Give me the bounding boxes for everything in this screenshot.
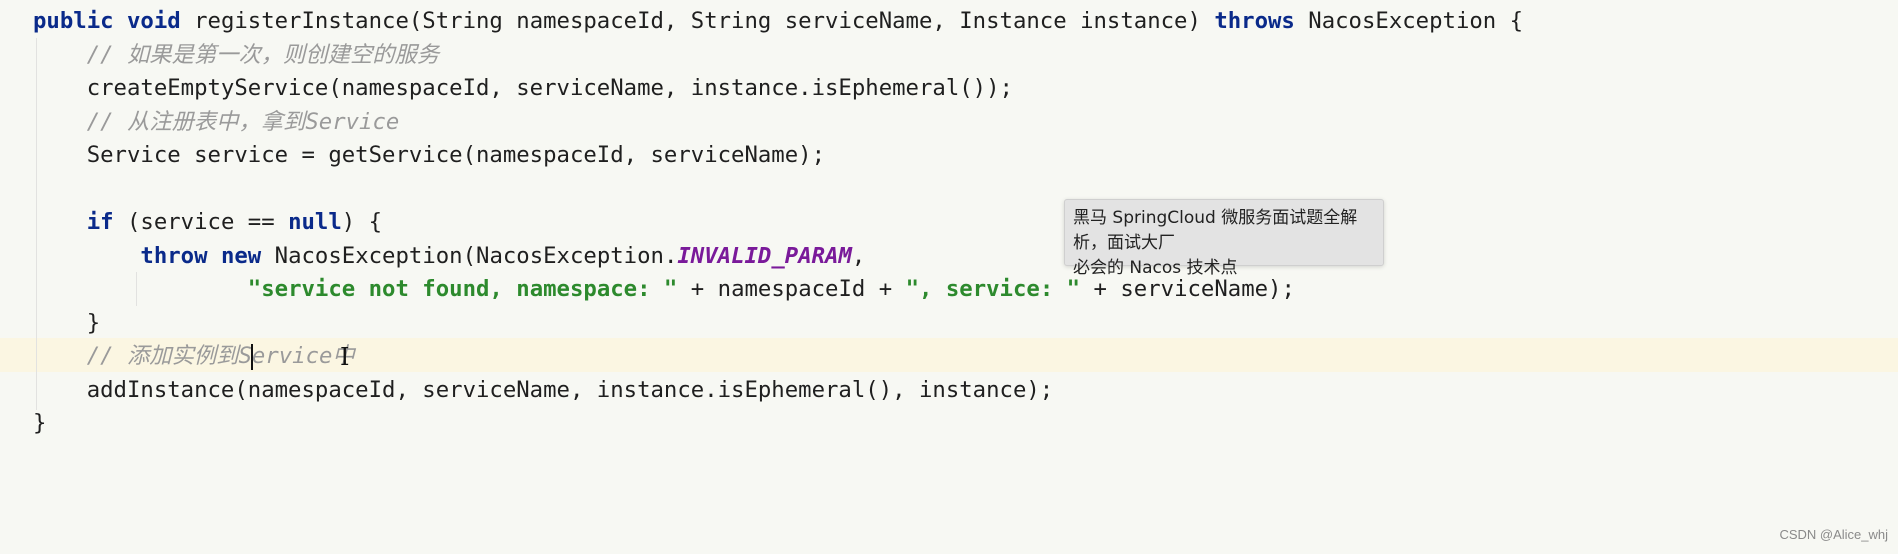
- code-line[interactable]: createEmptyService(namespaceId, serviceN…: [33, 71, 1013, 105]
- code-token: ) {: [341, 209, 383, 235]
- tooltip-line-1: 黑马 SpringCloud 微服务面试题全解析，面试大厂: [1073, 208, 1358, 253]
- keyword-token: throw new: [140, 242, 275, 269]
- keyword-token: null: [288, 209, 342, 235]
- comment-token: // 添加实例到S: [86, 343, 252, 369]
- code-line[interactable]: if (service == null) {: [33, 205, 382, 239]
- code-token: ,: [851, 242, 866, 269]
- code-token: NacosException {: [1308, 8, 1524, 34]
- code-line[interactable]: Service service = getService(namespaceId…: [33, 138, 825, 172]
- video-title-tooltip: 黑马 SpringCloud 微服务面试题全解析，面试大厂 必会的 Nacos …: [1064, 199, 1384, 278]
- constant-token: INVALID_PARAM: [677, 242, 852, 269]
- string-token: ", service: ": [905, 276, 1081, 302]
- keyword-token: public void: [33, 8, 195, 34]
- code-token: addInstance(namespaceId, serviceName, in…: [33, 376, 1054, 403]
- code-token: }: [33, 410, 47, 436]
- code-line[interactable]: // 从注册表中，拿到Service: [33, 105, 400, 139]
- string-token: "service not found, namespace: ": [247, 276, 678, 302]
- code-token: createEmptyService(namespaceId, serviceN…: [33, 75, 1013, 101]
- code-token: }: [33, 309, 101, 336]
- code-token: NacosException(NacosException.: [274, 242, 678, 269]
- code-token: (service ==: [126, 209, 289, 235]
- code-token: registerInstance(String namespaceId, Str…: [194, 8, 1215, 34]
- code-line[interactable]: throw new NacosException(NacosException.…: [33, 239, 865, 273]
- code-line[interactable]: addInstance(namespaceId, serviceName, in…: [33, 373, 1054, 407]
- watermark: CSDN @Alice_whj: [1779, 527, 1888, 542]
- code-token: + namespaceId +: [677, 276, 906, 302]
- keyword-token: throws: [1214, 8, 1309, 34]
- code-line[interactable]: // 添加实例到Service中: [33, 339, 355, 373]
- code-line[interactable]: // 如果是第一次，则创建空的服务: [33, 38, 439, 72]
- comment-token: // 从注册表中，拿到Service: [86, 108, 400, 135]
- comment-token: // 如果是第一次，则创建空的服务: [86, 41, 440, 68]
- code-line[interactable]: public void registerInstance(String name…: [33, 4, 1523, 38]
- code-line[interactable]: }: [33, 406, 46, 440]
- code-token: Service service = getService(namespaceId…: [33, 142, 826, 168]
- tooltip-line-2: 必会的 Nacos 技术点: [1073, 258, 1238, 278]
- text-cursor-ibeam-icon: I: [340, 343, 350, 371]
- keyword-token: if: [86, 209, 127, 235]
- code-line[interactable]: }: [33, 306, 100, 340]
- code-editor[interactable]: public void registerInstance(String name…: [0, 0, 1898, 554]
